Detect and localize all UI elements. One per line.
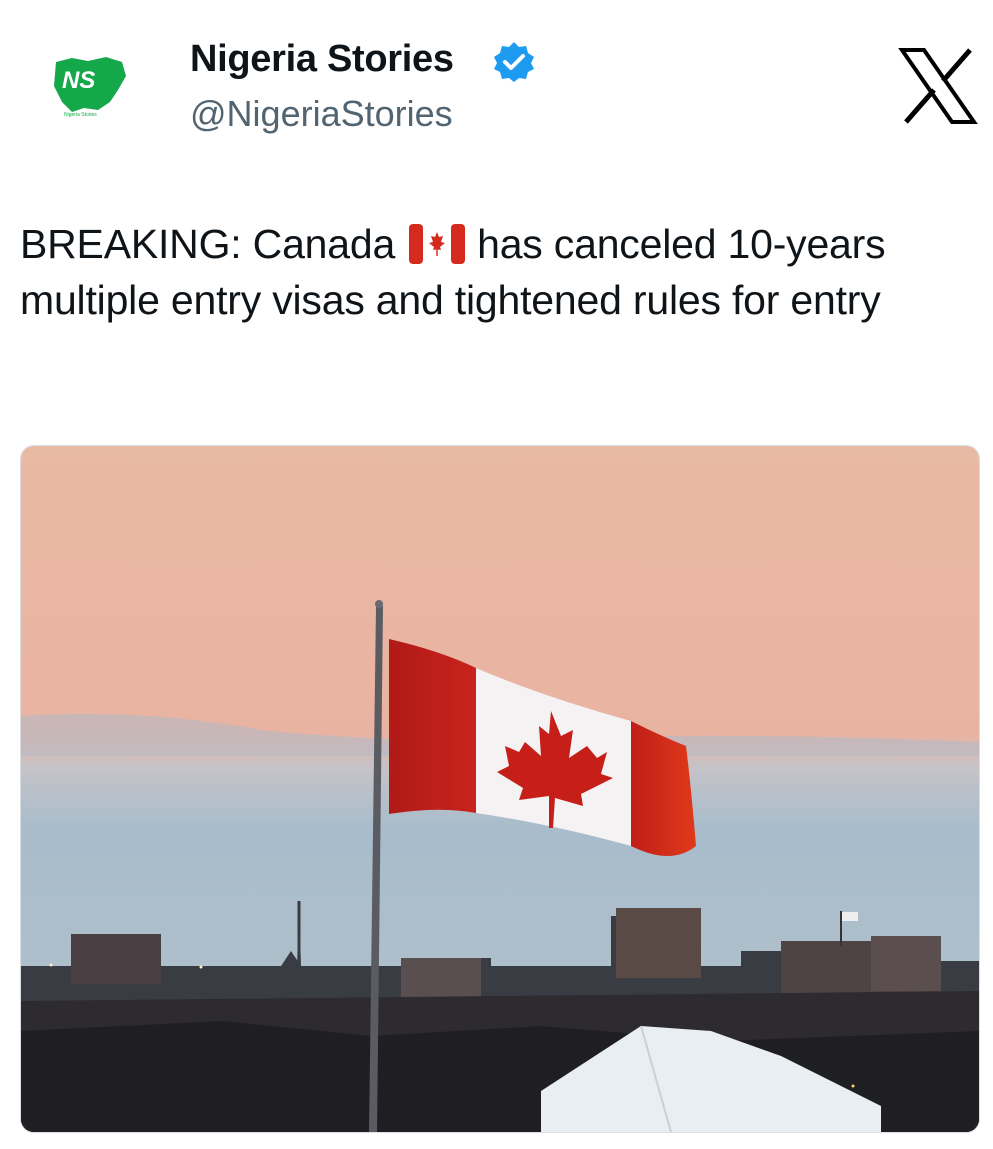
svg-text:NS: NS — [62, 67, 95, 94]
display-name[interactable]: Nigeria Stories — [190, 38, 454, 81]
tweet-text: BREAKING: Canada has canceled 10-years mu… — [20, 216, 980, 328]
tweet-text-part1: BREAKING: Canada — [20, 221, 396, 267]
verified-badge-icon — [492, 40, 536, 84]
x-logo-icon[interactable] — [898, 46, 978, 126]
user-handle[interactable]: @NigeriaStories — [190, 93, 453, 135]
svg-text:Nigeria Stories: Nigeria Stories — [64, 112, 97, 118]
nigeria-stories-logo: NS Nigeria Stories — [54, 57, 126, 118]
tweet-media-image[interactable] — [20, 445, 980, 1133]
canada-flag-emoji — [409, 222, 466, 264]
avatar[interactable]: NS Nigeria Stories — [48, 52, 130, 124]
